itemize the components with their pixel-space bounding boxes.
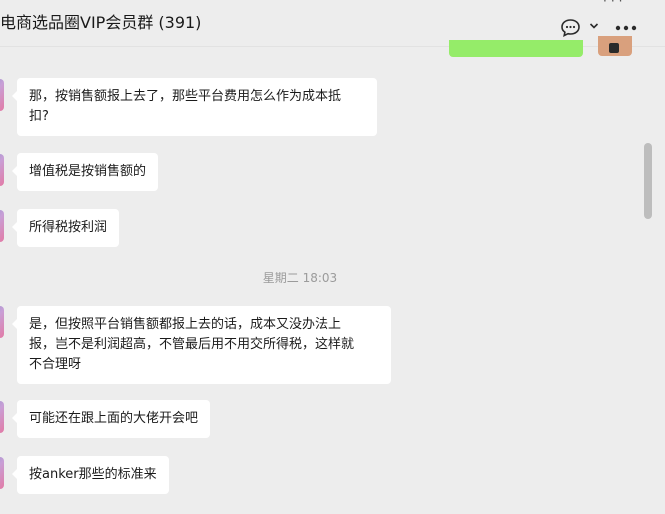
message-bubble[interactable]: 可能还在跟上面的大佬开会吧 xyxy=(11,400,211,438)
more-icon[interactable] xyxy=(615,25,637,31)
message-bubble[interactable]: 那，按销售额报上去了，那些平台费用怎么作为成本抵 扣? xyxy=(12,78,377,136)
message-bubble[interactable]: 增值税是按销售额的 xyxy=(11,153,159,191)
sender-avatar[interactable] xyxy=(0,210,4,242)
self-avatar[interactable] xyxy=(598,36,632,56)
message-bubble[interactable]: 所得税按利润 xyxy=(11,209,120,247)
message-bubble[interactable]: 是，但按照平台销售额都报上去的话，成本又没办法上 报，岂不是利润超高，不管最后用… xyxy=(12,306,391,384)
sender-avatar[interactable] xyxy=(0,306,4,338)
chat-bubble-icon[interactable] xyxy=(560,18,581,38)
chevron-down-icon[interactable] xyxy=(589,22,599,30)
message-line: 按anker那些的标准来 xyxy=(29,467,157,482)
self-message-bubble[interactable] xyxy=(449,40,583,57)
message-line: 那，按销售额报上去了，那些平台费用怎么作为成本抵 xyxy=(29,89,342,104)
message-line: 增值税是按销售额的 xyxy=(29,164,147,179)
message-line: 是，但按照平台销售额都报上去的话，成本又没办法上 xyxy=(29,317,342,332)
message-line: 报，岂不是利润超高，不管最后用不用交所得税，这样就 xyxy=(29,337,355,352)
window-controls-dots[interactable]: ··· xyxy=(603,0,626,8)
sender-avatar[interactable] xyxy=(0,401,4,433)
message-line: 不合理呀 xyxy=(29,357,82,372)
scrollbar-thumb[interactable] xyxy=(644,143,652,219)
sender-avatar[interactable] xyxy=(0,457,4,489)
message-line: 所得税按利润 xyxy=(29,220,108,235)
message-bubble[interactable]: 按anker那些的标准来 xyxy=(12,456,169,494)
message-line: 扣? xyxy=(29,109,49,124)
sender-avatar[interactable] xyxy=(0,79,4,111)
sender-avatar[interactable] xyxy=(0,154,4,186)
avatar-mark-icon xyxy=(609,43,619,53)
chat-title: 电商选品圈VIP会员群 (391) xyxy=(0,13,202,32)
time-divider: 星期二 18:03 xyxy=(262,271,338,285)
message-line: 可能还在跟上面的大佬开会吧 xyxy=(29,411,199,426)
